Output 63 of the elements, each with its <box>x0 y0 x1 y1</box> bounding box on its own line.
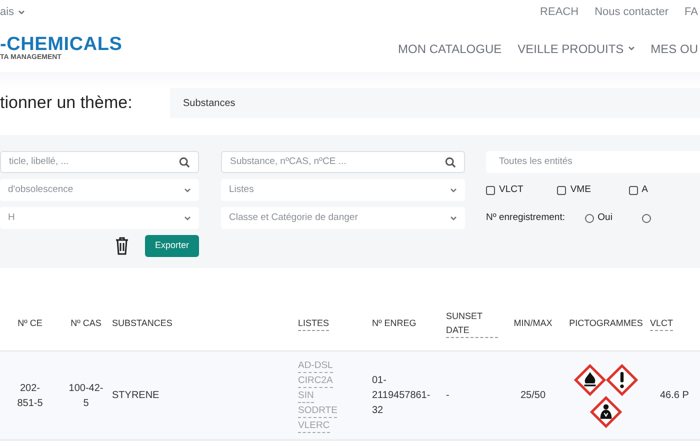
caret-icon <box>184 216 191 220</box>
select-field[interactable]: Classe et Catégorie de danger <box>221 207 465 229</box>
select-placeholder: H <box>8 210 15 225</box>
column-header[interactable]: PICTOGRAMMES <box>569 317 643 331</box>
exclamation-pictogram-icon <box>606 364 638 396</box>
column-header[interactable]: SUBSTANCES <box>112 317 172 331</box>
table-cell-text: 01-2119457861-32 <box>372 374 432 418</box>
nav-link[interactable]: MES OU <box>650 40 698 58</box>
checkbox-option[interactable]: VME <box>557 182 629 198</box>
search-placeholder: ticle, libellé, ... <box>9 154 69 169</box>
column-header[interactable]: Nº CE <box>18 317 42 331</box>
column-header[interactable]: MIN/MAX <box>514 317 552 331</box>
search-placeholder: Substance, nºCAS, nºCE ... <box>230 154 346 169</box>
list-link[interactable]: VLERC <box>298 419 330 433</box>
select-placeholder: Classe et Catégorie de danger <box>229 210 358 225</box>
select-placeholder: Listes <box>229 182 254 197</box>
top-link[interactable]: Nous contacter <box>594 4 669 21</box>
caret-icon <box>450 216 457 220</box>
column-header[interactable]: VLCT <box>650 316 674 332</box>
select-field[interactable]: H <box>0 207 199 229</box>
select-field[interactable]: d'obsolescence <box>0 179 199 201</box>
table-cell: - <box>446 390 450 401</box>
flame-pictogram-icon <box>574 364 606 396</box>
search-icon <box>179 156 190 168</box>
nav-link[interactable]: MON CATALOGUE <box>398 40 502 58</box>
list-link[interactable]: SODRTE <box>298 404 338 418</box>
table-cell: STYRENE <box>112 390 160 401</box>
theme-field[interactable]: Substances <box>170 88 700 118</box>
radio-option[interactable]: Oui <box>584 210 642 226</box>
list-link[interactable]: AD-DSL <box>298 359 333 373</box>
table-cell: 46.6 P <box>660 390 689 401</box>
select-placeholder: d'obsolescence <box>8 182 74 197</box>
column-header[interactable]: LISTES <box>298 316 330 332</box>
top-link[interactable]: FA <box>684 4 698 21</box>
logo-title: -CHEMICALS <box>0 36 122 54</box>
registration-label: Nº enregistrement: <box>486 210 566 225</box>
select-field[interactable]: Listes <box>221 179 465 201</box>
caret-icon <box>628 46 635 51</box>
caret-icon <box>18 10 26 15</box>
search-field[interactable]: ticle, libellé, ... <box>0 151 199 173</box>
search-icon <box>445 156 456 168</box>
table-cell-text: 202-851-5 <box>16 382 44 410</box>
checkbox-option[interactable]: A <box>628 182 700 198</box>
language-menu[interactable]: ais <box>0 4 26 21</box>
table-cell: 25/50 <box>520 390 546 401</box>
nav-link[interactable]: VEILLE PRODUITS <box>518 40 635 58</box>
search-field[interactable]: Substance, nºCAS, nºCE ... <box>221 151 465 173</box>
list-link[interactable]: CIRC2A <box>298 374 333 388</box>
list-link[interactable]: SIN <box>298 389 314 403</box>
column-header[interactable]: SUNSET DATE <box>446 310 498 338</box>
caret-icon <box>184 188 191 192</box>
column-header[interactable]: Nº ENREG <box>372 317 416 331</box>
trash-icon <box>115 237 129 255</box>
caret-icon <box>450 188 457 192</box>
checkbox-option[interactable]: VLCT <box>486 182 558 198</box>
column-header[interactable]: Nº CAS <box>70 317 102 331</box>
entity-field[interactable]: Toutes les entités <box>486 151 700 173</box>
export-button[interactable]: Exporter <box>145 235 199 257</box>
health-hazard-pictogram-icon <box>590 396 622 428</box>
theme-label: tionner un thème: <box>0 92 134 114</box>
table-cell-text: 100-42-5 <box>68 382 104 410</box>
top-link[interactable]: REACH <box>540 4 579 21</box>
language-label: ais <box>0 5 14 20</box>
